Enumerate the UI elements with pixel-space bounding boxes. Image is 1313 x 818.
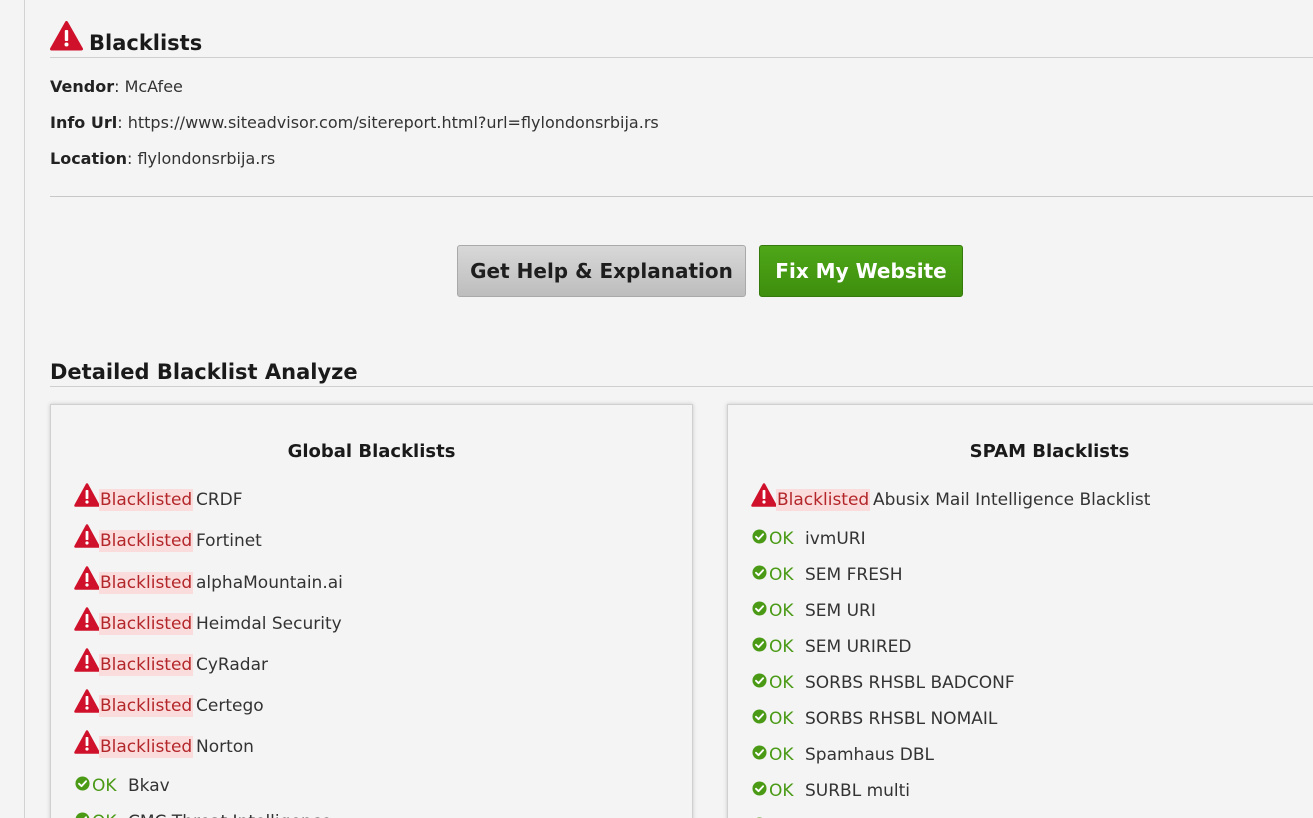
- check-circle-icon: [752, 709, 767, 724]
- blacklist-name: CMC Threat Intelligence: [128, 811, 331, 818]
- blacklist-name: SEM URIRED: [805, 637, 912, 657]
- location-value: flylondonsrbija.rs: [137, 149, 276, 168]
- blacklist-name: Heimdal Security: [196, 614, 342, 634]
- global-blacklists-title: Global Blacklists: [287, 441, 456, 462]
- global-blacklists-card: Global Blacklists Blacklisted CRDF Blackli…: [50, 404, 693, 818]
- blacklist-name: Norton: [196, 737, 254, 757]
- info-url-line: Info Url: https://www.siteadvisor.com/si…: [50, 113, 659, 132]
- status-badge: Blacklisted: [99, 613, 194, 635]
- check-circle-icon: [752, 745, 767, 760]
- status-badge: OK: [769, 745, 794, 765]
- blacklist-name: CRDF: [196, 490, 243, 510]
- spam-blacklists-title: SPAM Blacklists: [969, 441, 1130, 462]
- status-badge: Blacklisted: [99, 489, 194, 511]
- blacklist-name: SORBS RHSBL NOMAIL: [805, 709, 998, 729]
- warning-triangle-icon: [74, 648, 100, 672]
- warning-triangle-icon: [74, 483, 100, 507]
- status-badge: Blacklisted: [99, 736, 194, 758]
- check-circle-icon: [752, 781, 767, 796]
- status-badge: OK: [769, 673, 794, 693]
- status-badge: OK: [92, 811, 117, 818]
- warning-triangle-icon: [74, 524, 100, 548]
- check-circle-icon: [752, 637, 767, 652]
- section-title: Blacklists: [89, 31, 203, 55]
- spam-blacklists-card: SPAM Blacklists Blacklisted Abusix Mail I…: [727, 404, 1313, 818]
- status-badge: OK: [769, 565, 794, 585]
- vendor-line: Vendor: McAfee: [50, 77, 183, 96]
- blacklist-name: ivmURI: [805, 529, 866, 549]
- location-label: Location: [50, 149, 127, 168]
- blacklist-name: SURBL multi: [805, 781, 911, 801]
- blacklist-name: Bkav: [128, 776, 170, 796]
- info-url-label: Info Url: [50, 113, 118, 132]
- status-badge: OK: [769, 601, 794, 621]
- status-badge: Blacklisted: [776, 489, 871, 511]
- status-badge: OK: [92, 776, 117, 796]
- fix-my-website-button[interactable]: Fix My Website: [759, 245, 963, 297]
- check-circle-icon: [752, 529, 767, 544]
- status-badge: Blacklisted: [99, 654, 194, 676]
- status-badge: OK: [769, 529, 794, 549]
- blacklist-name: alphaMountain.ai: [196, 573, 343, 593]
- warning-triangle-icon: [751, 483, 777, 507]
- page: Blacklists Vendor: McAfee Info Url: http…: [0, 0, 1313, 818]
- warning-triangle-icon: [74, 566, 100, 590]
- info-url-value[interactable]: https://www.siteadvisor.com/sitereport.h…: [128, 113, 659, 132]
- check-circle-icon: [75, 776, 90, 791]
- warning-triangle-icon: [50, 21, 83, 51]
- status-badge: Blacklisted: [99, 530, 194, 552]
- detailed-analyze-heading: Detailed Blacklist Analyze: [50, 358, 1313, 387]
- warning-triangle-icon: [74, 730, 100, 754]
- divider: [50, 196, 1313, 197]
- blacklist-name: Spamhaus DBL: [805, 745, 935, 765]
- status-badge: OK: [769, 637, 794, 657]
- location-line: Location: flylondonsrbija.rs: [50, 149, 276, 168]
- blacklist-name: Abusix Mail Intelligence Blacklist: [873, 490, 1151, 510]
- blacklist-name: SORBS RHSBL BADCONF: [805, 673, 1015, 693]
- warning-triangle-icon: [74, 689, 100, 713]
- blacklists-heading: Blacklists: [50, 20, 1313, 58]
- check-circle-icon: [752, 601, 767, 616]
- vendor-value: McAfee: [124, 77, 183, 96]
- status-badge: OK: [769, 709, 794, 729]
- vendor-label: Vendor: [50, 77, 115, 96]
- blacklist-name: SEM URI: [805, 601, 876, 621]
- blacklist-name: Fortinet: [196, 531, 262, 551]
- check-circle-icon: [752, 565, 767, 580]
- status-badge: Blacklisted: [99, 695, 194, 717]
- detailed-analyze-title: Detailed Blacklist Analyze: [50, 360, 358, 384]
- get-help-button[interactable]: Get Help & Explanation: [457, 245, 746, 297]
- warning-triangle-icon: [74, 607, 100, 631]
- blacklist-name: CyRadar: [196, 655, 268, 675]
- blacklist-name: Certego: [196, 696, 264, 716]
- check-circle-icon: [75, 812, 90, 818]
- status-badge: Blacklisted: [99, 572, 194, 594]
- check-circle-icon: [752, 673, 767, 688]
- blacklist-name: SEM FRESH: [805, 565, 903, 585]
- left-border: [24, 0, 25, 818]
- status-badge: OK: [769, 781, 794, 801]
